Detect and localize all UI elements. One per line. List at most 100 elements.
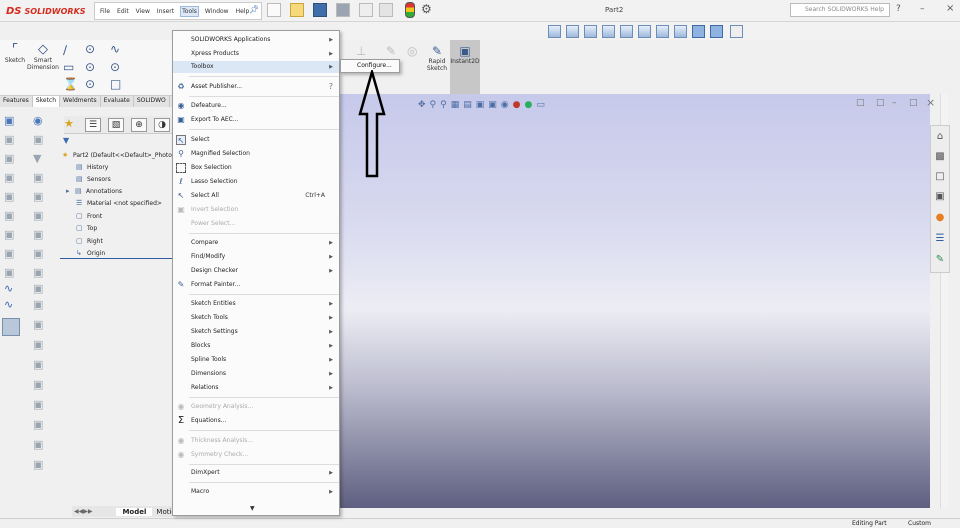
rectangle-icon[interactable]: ▭: [63, 60, 74, 74]
menu-tools[interactable]: Tools: [180, 5, 199, 17]
tree-item-right-plane[interactable]: ▢ Right: [76, 237, 103, 245]
dynamic-annotation-icon[interactable]: ▤: [463, 100, 472, 110]
options-gear-icon[interactable]: ⚙: [421, 2, 432, 16]
file-explorer-icon[interactable]: □: [933, 170, 947, 184]
section-view-icon[interactable]: ▦: [451, 100, 460, 110]
boundary-icon[interactable]: ▣: [4, 152, 14, 165]
minimize-icon[interactable]: –: [920, 4, 925, 14]
feature-tool-icon-3[interactable]: ▣: [33, 358, 43, 371]
menu-item-spline-tools[interactable]: Spline Tools ▶: [173, 354, 339, 366]
menu-edit[interactable]: Edit: [117, 8, 129, 15]
filter-icon[interactable]: ▼: [63, 136, 69, 145]
menu-item-format-painter[interactable]: ✎ Format Painter...: [173, 279, 339, 291]
property-manager-tab-icon[interactable]: ▧: [108, 118, 124, 132]
view-orientation-icon[interactable]: [548, 25, 561, 38]
view-bottom-icon[interactable]: [656, 25, 669, 38]
view-back-icon[interactable]: [584, 25, 597, 38]
reference-geometry-icon[interactable]: ▣: [4, 266, 14, 279]
tree-item-origin[interactable]: ↳ Origin: [76, 249, 105, 257]
viewport-close-icon[interactable]: ×: [926, 96, 935, 109]
sketch-button[interactable]: ⌜ Sketch: [4, 42, 26, 64]
feature-tool-icon-4[interactable]: ▣: [33, 378, 43, 391]
menu-window[interactable]: Window: [205, 8, 229, 15]
arc-icon[interactable]: ⊙: [85, 60, 95, 74]
feature-tool-icon-5[interactable]: ▣: [33, 398, 43, 411]
tab-sketch[interactable]: Sketch: [32, 96, 61, 107]
wrap-icon[interactable]: ▣: [4, 247, 14, 260]
fillet-feature-icon[interactable]: ▣: [4, 190, 14, 203]
viewport-maximize-icon[interactable]: □: [909, 98, 918, 108]
view-trimetric-icon[interactable]: [692, 25, 705, 38]
trim-icon[interactable]: ⊥: [356, 44, 366, 58]
zoom-to-fit-icon[interactable]: ✥: [418, 100, 426, 110]
tree-item-front-plane[interactable]: ▢ Front: [76, 212, 102, 220]
menu-item-select[interactable]: ↖ Select: [173, 134, 339, 146]
rebuild-traffic-light-icon[interactable]: [405, 2, 415, 18]
pin-icon[interactable]: 📌︎: [249, 5, 259, 14]
split-line-icon[interactable]: ▣: [33, 298, 43, 311]
line-icon[interactable]: ∕: [63, 43, 67, 57]
view-right-icon[interactable]: [620, 25, 633, 38]
feature-tool-icon-8[interactable]: ▣: [33, 458, 43, 471]
fillet-icon[interactable]: □: [110, 77, 121, 91]
revolve-icon[interactable]: ◉: [33, 114, 43, 127]
menu-item-lasso-selection[interactable]: ℓ Lasso Selection: [173, 176, 339, 188]
feature-tool-icon-1[interactable]: ▣: [33, 318, 43, 331]
menu-item-defeature[interactable]: ◉ Defeature...: [173, 100, 339, 112]
shell-icon[interactable]: ▣: [33, 228, 43, 241]
intersect-icon[interactable]: ▣: [33, 247, 43, 260]
tree-item-material[interactable]: ☰ Material <not specified>: [76, 199, 162, 207]
feature-tool-icon-7[interactable]: ▣: [33, 438, 43, 451]
draft-icon[interactable]: ▣: [4, 228, 14, 241]
tab-features[interactable]: Features: [0, 96, 33, 107]
appearance-tab-icon[interactable]: ◑: [154, 118, 170, 132]
menu-view[interactable]: View: [136, 8, 150, 15]
slot-icon[interactable]: ⌛: [63, 77, 78, 91]
feature-tree-tab-icon[interactable]: ☰: [85, 118, 101, 132]
viewport-tile-icon[interactable]: □: [876, 98, 885, 108]
tab-solidworks-addins[interactable]: SOLIDWO: [134, 96, 170, 107]
menu-item-sketch-settings[interactable]: Sketch Settings ▶: [173, 326, 339, 338]
view-isometric-icon[interactable]: [674, 25, 687, 38]
view-front-icon[interactable]: [566, 25, 579, 38]
view-palette-icon[interactable]: ▣: [933, 190, 947, 204]
extrude-icon[interactable]: ▣: [4, 114, 14, 127]
appearances-scenes-icon[interactable]: ●: [933, 211, 947, 225]
menu-file[interactable]: File: [100, 8, 110, 15]
menu-item-find-modify[interactable]: Find/Modify ▶: [173, 251, 339, 263]
viewport-minimize-icon[interactable]: □: [856, 98, 865, 108]
design-library-icon[interactable]: ▩: [933, 150, 947, 164]
menu-item-export-to-aec[interactable]: ▣ Export To AEC...: [173, 114, 339, 126]
mirror-icon[interactable]: ◎: [407, 44, 417, 58]
rib-icon[interactable]: ▣: [33, 209, 43, 222]
hide-show-items-icon[interactable]: ◉: [501, 100, 509, 110]
custom-properties-icon[interactable]: ☰: [933, 232, 947, 246]
active-tool-button[interactable]: [2, 318, 20, 336]
status-units[interactable]: Custom: [908, 520, 931, 527]
graphics-area[interactable]: [340, 94, 930, 508]
menu-item-sketch-entities[interactable]: Sketch Entities ▶: [173, 298, 339, 310]
rapid-sketch-button[interactable]: ✎ Rapid Sketch: [425, 44, 449, 72]
feature-tool-icon-6[interactable]: ▣: [33, 418, 43, 431]
tab-model[interactable]: Model: [116, 507, 153, 516]
solidworks-resources-icon[interactable]: ⌂: [933, 130, 947, 144]
menu-scroll-down-icon[interactable]: ▼: [250, 505, 255, 512]
menu-item-relations[interactable]: Relations ▶: [173, 382, 339, 394]
expand-arrow-icon[interactable]: ▸: [66, 187, 72, 195]
configuration-manager-tab-icon[interactable]: ⊕: [131, 118, 147, 132]
ellipse-icon[interactable]: ⊙: [110, 60, 120, 74]
cut-extrude-icon[interactable]: ▼: [33, 152, 41, 165]
sweep-icon[interactable]: ▣: [4, 133, 14, 146]
edit-appearance-icon[interactable]: ●: [513, 100, 521, 110]
search-help-input[interactable]: Search SOLIDWORKS Help: [790, 3, 890, 17]
menu-help[interactable]: Help: [236, 8, 250, 15]
help-icon[interactable]: ?: [896, 4, 901, 14]
feature-tool-icon-2[interactable]: ▣: [33, 338, 43, 351]
tab-evaluate[interactable]: Evaluate: [101, 96, 134, 107]
previous-view-icon[interactable]: ⚲: [440, 100, 447, 110]
view-dimetric-icon[interactable]: [710, 25, 723, 38]
new-document-button[interactable]: [267, 3, 281, 17]
spline-tool-icon[interactable]: ∿: [4, 282, 13, 295]
rollback-bar[interactable]: [60, 258, 172, 259]
menu-item-toolbox[interactable]: Toolbox ▶: [173, 61, 339, 73]
